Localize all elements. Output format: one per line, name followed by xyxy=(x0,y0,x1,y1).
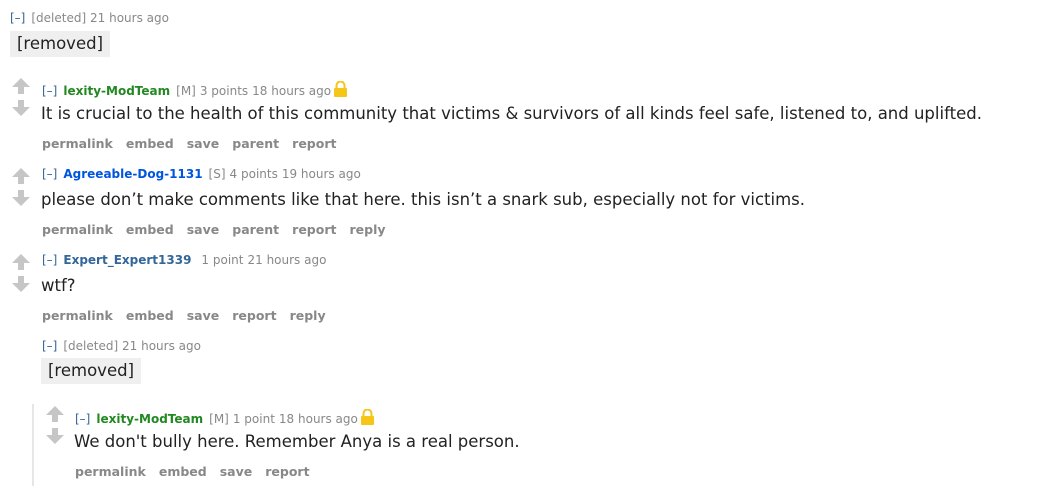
downvote-icon[interactable] xyxy=(46,428,64,444)
comment-body: [removed] xyxy=(41,358,142,384)
comment-author[interactable]: lexity-ModTeam xyxy=(63,84,170,98)
vote-arrows xyxy=(12,78,30,118)
comment-time: 18 hours ago xyxy=(252,84,332,98)
save-button[interactable]: save xyxy=(187,136,220,151)
comment-score: 1 point xyxy=(201,253,244,267)
collapse-toggle[interactable]: [–] xyxy=(42,84,57,98)
collapse-toggle[interactable]: [–] xyxy=(42,253,57,267)
embed-button[interactable]: embed xyxy=(126,136,174,151)
comment-tagline: [–] lexity-ModTeam [M] 1 point 18 hours ago xyxy=(75,409,375,426)
downvote-icon[interactable] xyxy=(12,190,30,206)
comment-tagline: [–] [deleted] 21 hours ago xyxy=(10,11,169,25)
report-button[interactable]: report xyxy=(292,222,336,237)
comment-author: [deleted] xyxy=(63,339,119,353)
comment-body: wtf? xyxy=(41,276,76,295)
reply-button[interactable]: reply xyxy=(290,308,326,323)
moderator-flair: [M] xyxy=(176,84,196,98)
report-button[interactable]: report xyxy=(265,464,309,479)
save-button[interactable]: save xyxy=(187,308,220,323)
report-button[interactable]: report xyxy=(232,308,276,323)
comment-author[interactable]: Expert_Expert1339 xyxy=(63,253,191,267)
permalink-button[interactable]: permalink xyxy=(42,222,113,237)
embed-button[interactable]: embed xyxy=(126,222,174,237)
thread-line xyxy=(32,404,34,486)
comment-body: It is crucial to the health of this comm… xyxy=(41,104,982,123)
permalink-button[interactable]: permalink xyxy=(42,308,113,323)
comment-tagline: [–] Agreeable-Dog-1131 [S] 4 points 19 hours… xyxy=(42,167,361,181)
comment-tagline: [–] Expert_Expert1339 1 point 21 hours ago xyxy=(42,253,326,267)
collapse-toggle[interactable]: [–] xyxy=(42,167,57,181)
upvote-icon[interactable] xyxy=(12,78,30,94)
comment-body: We don't bully here. Remember Anya is a … xyxy=(74,432,520,451)
embed-button[interactable]: embed xyxy=(159,464,207,479)
comment-author: [deleted] xyxy=(31,11,87,25)
submitter-flair: [S] xyxy=(208,167,226,181)
parent-button[interactable]: parent xyxy=(232,136,279,151)
comment-time: 19 hours ago xyxy=(281,167,361,181)
moderator-flair: [M] xyxy=(209,412,229,426)
report-button[interactable]: report xyxy=(292,136,336,151)
comment-tagline: [–] [deleted] 21 hours ago xyxy=(42,339,201,353)
comment-tagline: [–] lexity-ModTeam [M] 3 points 18 hours ago xyxy=(42,81,348,98)
parent-button[interactable]: parent xyxy=(232,222,279,237)
comment-author[interactable]: Agreeable-Dog-1131 xyxy=(63,167,202,181)
lock-icon xyxy=(334,81,348,97)
comment-buttons: permalink embed save parent report reply xyxy=(42,222,399,237)
comment-buttons: permalink embed save parent report xyxy=(42,136,349,151)
comment-body: [removed] xyxy=(10,31,111,57)
save-button[interactable]: save xyxy=(187,222,220,237)
comment-time: 21 hours ago xyxy=(247,253,327,267)
upvote-icon[interactable] xyxy=(12,168,30,184)
lock-icon xyxy=(360,409,374,425)
comment-time: 21 hours ago xyxy=(90,11,169,25)
comment-time: 21 hours ago xyxy=(122,339,201,353)
upvote-icon[interactable] xyxy=(12,254,30,270)
comment-score: 4 points xyxy=(229,167,278,181)
comment-author[interactable]: lexity-ModTeam xyxy=(96,412,203,426)
vote-arrows xyxy=(12,168,30,208)
collapse-toggle[interactable]: [–] xyxy=(10,11,25,25)
vote-arrows xyxy=(46,406,64,446)
removed-text: [removed] xyxy=(41,358,142,384)
removed-text: [removed] xyxy=(10,31,111,57)
vote-arrows xyxy=(12,254,30,294)
collapse-toggle[interactable]: [–] xyxy=(75,412,90,426)
comment-time: 18 hours ago xyxy=(278,412,358,426)
reply-button[interactable]: reply xyxy=(349,222,385,237)
comment-buttons: permalink embed save report xyxy=(75,464,323,479)
downvote-icon[interactable] xyxy=(12,100,30,116)
collapse-toggle[interactable]: [–] xyxy=(42,339,57,353)
save-button[interactable]: save xyxy=(220,464,253,479)
comment-buttons: permalink embed save report reply xyxy=(42,308,339,323)
permalink-button[interactable]: permalink xyxy=(42,136,113,151)
upvote-icon[interactable] xyxy=(46,406,64,422)
embed-button[interactable]: embed xyxy=(126,308,174,323)
downvote-icon[interactable] xyxy=(12,276,30,292)
permalink-button[interactable]: permalink xyxy=(75,464,146,479)
comment-score: 3 points xyxy=(199,84,249,98)
comment-body: please don’t make comments like that her… xyxy=(41,190,806,209)
comment-score: 1 point xyxy=(232,412,275,426)
